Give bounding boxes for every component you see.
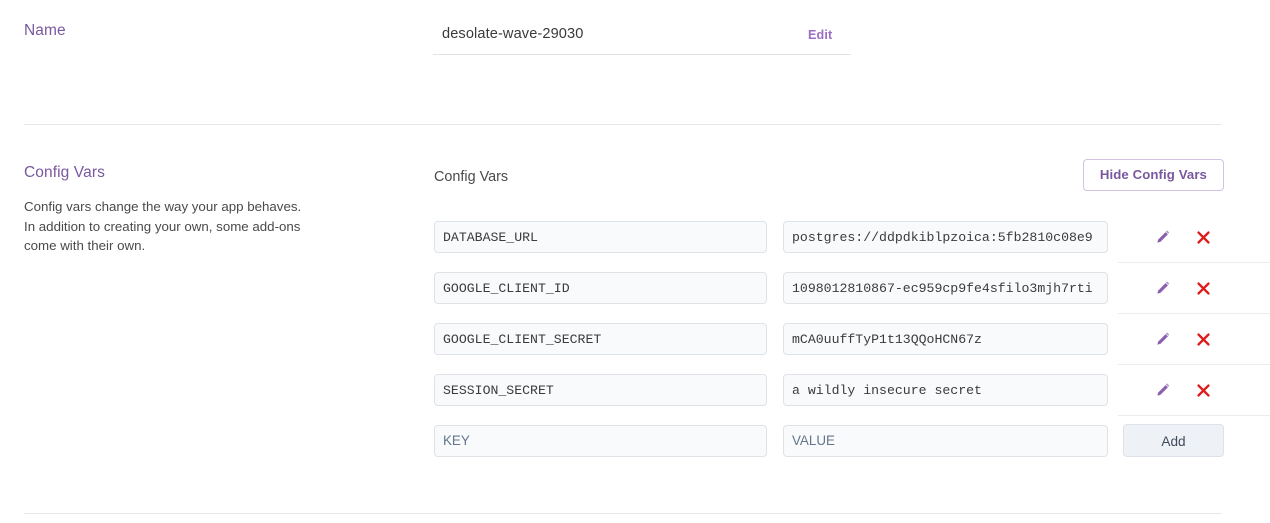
name-section: Name desolate-wave-29030 Edit [0, 20, 1270, 90]
config-var-value-input[interactable] [783, 221, 1108, 253]
row-separator [1118, 415, 1270, 416]
table-row [433, 313, 1270, 364]
edit-config-var-button[interactable] [1149, 274, 1177, 302]
pencil-icon [1157, 281, 1170, 294]
name-section-sidebar: Name [24, 20, 404, 42]
delete-config-var-button[interactable] [1189, 376, 1217, 404]
config-vars-main: Config Vars Hide Config Vars DATABASE_UR… [433, 159, 1270, 466]
close-icon [1196, 281, 1210, 295]
pencil-icon [1157, 332, 1170, 345]
config-vars-list: Add [433, 211, 1270, 466]
config-var-key-input[interactable] [434, 374, 767, 406]
app-name-field: desolate-wave-29030 Edit [433, 20, 851, 55]
config-var-value-input[interactable] [783, 323, 1108, 355]
name-section-title: Name [24, 22, 66, 39]
close-icon [1196, 383, 1210, 397]
config-vars-main-label: Config Vars [434, 169, 509, 185]
config-var-value-input[interactable] [783, 272, 1108, 304]
config-vars-title: Config Vars [24, 164, 105, 181]
settings-page: Name desolate-wave-29030 Edit Config Var… [0, 0, 1270, 523]
config-var-key-input[interactable] [434, 323, 767, 355]
edit-config-var-button[interactable] [1149, 223, 1177, 251]
edit-config-var-button[interactable] [1149, 376, 1177, 404]
row-separator [1118, 364, 1270, 365]
app-name-value: desolate-wave-29030 [442, 26, 584, 42]
new-config-var-row: Add [433, 415, 1270, 466]
config-vars-sidebar: Config Vars Config vars change the way y… [24, 163, 404, 256]
pencil-icon [1157, 230, 1170, 243]
config-var-value-input[interactable] [783, 374, 1108, 406]
table-row [433, 364, 1270, 415]
close-icon [1196, 332, 1210, 346]
table-row [433, 262, 1270, 313]
pencil-icon [1157, 383, 1170, 396]
config-var-key-input[interactable] [434, 272, 767, 304]
section-divider-bottom [24, 513, 1222, 514]
new-config-var-value-input[interactable] [783, 425, 1108, 457]
row-separator [1118, 313, 1270, 314]
hide-config-vars-button[interactable]: Hide Config Vars [1082, 159, 1224, 191]
section-divider-top [24, 124, 1222, 125]
delete-config-var-button[interactable] [1189, 223, 1217, 251]
delete-config-var-button[interactable] [1189, 274, 1217, 302]
delete-config-var-button[interactable] [1189, 325, 1217, 353]
config-var-key-input[interactable] [434, 221, 767, 253]
edit-name-link[interactable]: Edit [808, 26, 832, 44]
config-vars-header: Config Vars Hide Config Vars [433, 159, 1224, 199]
edit-config-var-button[interactable] [1149, 325, 1177, 353]
name-section-main: desolate-wave-29030 Edit [433, 20, 1223, 55]
close-icon [1196, 230, 1210, 244]
table-row [433, 211, 1233, 262]
new-config-var-key-input[interactable] [434, 425, 767, 457]
add-config-var-button[interactable]: Add [1123, 424, 1224, 457]
config-vars-description: Config vars change the way your app beha… [24, 199, 302, 253]
row-separator [1118, 262, 1270, 263]
